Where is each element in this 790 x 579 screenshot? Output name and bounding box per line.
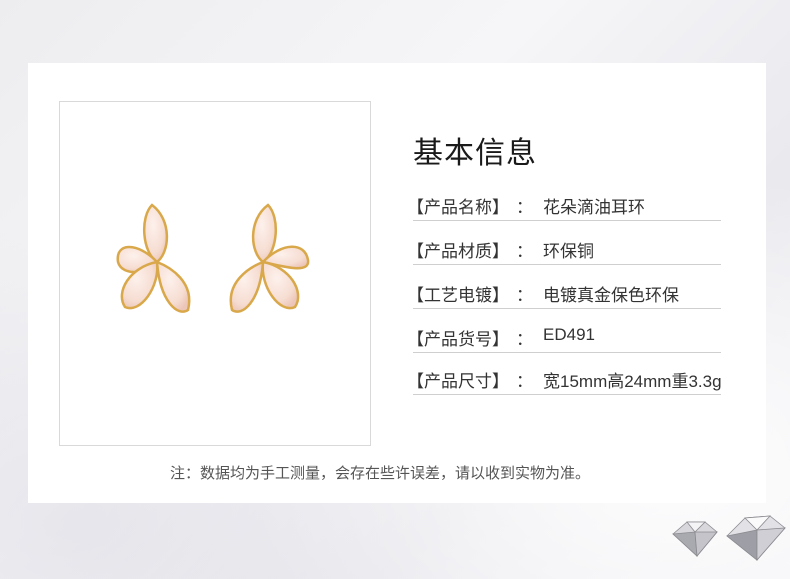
spec-row-size: 【产品尺寸】 ： 宽15mm高24mm重3.3g (407, 361, 722, 395)
spec-row-name: 【产品名称】 ： 花朵滴油耳环 (407, 187, 721, 221)
spec-value: 花朵滴油耳环 (543, 198, 645, 217)
spec-colon: ： (516, 198, 533, 217)
section-title: 基本信息 (413, 137, 537, 170)
left-earring (116, 203, 191, 313)
measurement-note: 注：数据均为手工测量，会存在些许误差，请以收到实物为准。 (169, 465, 590, 482)
spec-value: ED491 (543, 325, 595, 344)
diamond-decoration-icon (672, 515, 786, 562)
spec-row-plating: 【工艺电镀】 ： 电镀真金保色环保 (407, 275, 721, 309)
spec-label: 【产品尺寸】 (407, 372, 509, 391)
right-earring (229, 203, 310, 313)
product-photo (59, 101, 371, 446)
spec-value: 电镀真金保色环保 (543, 286, 679, 305)
spec-value: 环保铜 (543, 242, 594, 261)
spec-colon: ： (516, 242, 533, 261)
spec-colon: ： (516, 372, 533, 391)
spec-row-material: 【产品材质】 ： 环保铜 (407, 231, 721, 265)
spec-label: 【产品货号】 (407, 330, 509, 349)
spec-colon: ： (516, 330, 533, 349)
spec-label: 【产品材质】 (407, 242, 509, 261)
flower-earrings-image (116, 203, 310, 313)
spec-row-item-number: 【产品货号】 ： ED491 (407, 319, 721, 353)
spec-label: 【工艺电镀】 (407, 286, 509, 305)
spec-colon: ： (516, 286, 533, 305)
spec-value: 宽15mm高24mm重3.3g (543, 372, 722, 391)
spec-label: 【产品名称】 (407, 198, 509, 217)
